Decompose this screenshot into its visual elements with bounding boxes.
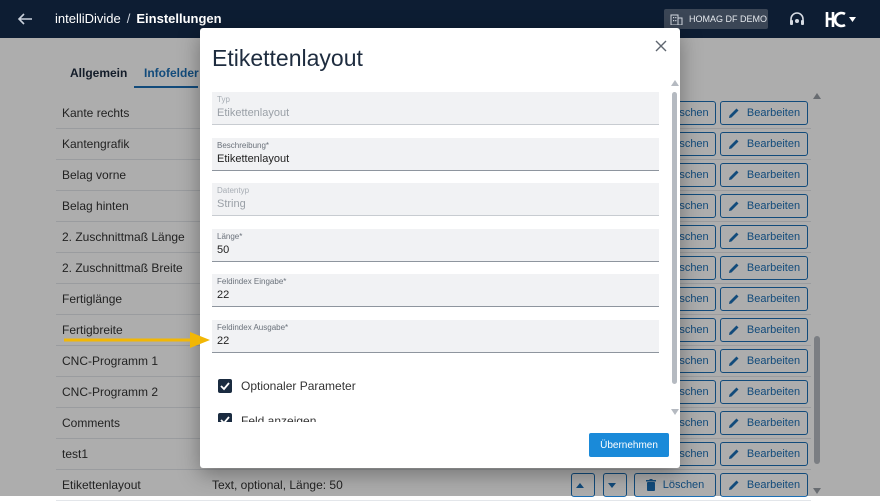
checkmark-icon xyxy=(220,416,230,422)
field-label: Feldindex Eingabe* xyxy=(217,277,287,286)
typ-field: Typ Etikettenlayout xyxy=(212,92,659,125)
field-label: Datentyp xyxy=(217,186,250,195)
feld-anzeigen-checkbox[interactable] xyxy=(218,413,232,422)
breadcrumb-app[interactable]: intelliDivide xyxy=(55,11,121,26)
dialog-title: Etikettenlayout xyxy=(212,45,363,71)
field-label: Feldindex Ausgabe* xyxy=(217,323,289,332)
field-value: Etikettenlayout xyxy=(217,107,290,119)
chevron-down-icon[interactable] xyxy=(849,17,856,22)
optional-parameter-label[interactable]: Optionaler Parameter xyxy=(241,379,356,393)
optional-parameter-checkbox[interactable] xyxy=(218,379,232,393)
field-value: 50 xyxy=(217,244,230,256)
tenant-selector[interactable]: HOMAG DF DEMO xyxy=(664,9,768,29)
datentyp-field: Datentyp String xyxy=(212,183,659,216)
building-icon xyxy=(670,14,683,25)
breadcrumb-current: Einstellungen xyxy=(136,11,222,26)
feldindex-ausgabe-field[interactable]: Feldindex Ausgabe* 22 xyxy=(212,320,659,353)
close-icon[interactable] xyxy=(655,40,667,52)
dialog-scroll-up-icon[interactable] xyxy=(671,80,679,86)
annotation-arrow-icon xyxy=(64,332,210,348)
field-value: 22 xyxy=(217,289,230,301)
breadcrumb: intelliDivide / Einstellungen xyxy=(55,11,222,26)
dialog-scrollbar-thumb[interactable] xyxy=(672,92,677,384)
checkmark-icon xyxy=(220,382,230,391)
dialog-form: Typ Etikettenlayout Beschreibung* Etiket… xyxy=(200,90,680,422)
submit-button[interactable]: Übernehmen xyxy=(589,433,669,457)
tenant-name: HOMAG DF DEMO xyxy=(689,14,767,24)
beschreibung-field[interactable]: Beschreibung* Etikettenlayout xyxy=(212,138,659,171)
field-label: Typ xyxy=(217,95,230,104)
breadcrumb-separator: / xyxy=(126,11,131,26)
field-label: Länge* xyxy=(217,232,243,241)
field-value: Etikettenlayout xyxy=(217,153,290,165)
field-value: 22 xyxy=(217,335,230,347)
support-headset-icon[interactable] xyxy=(788,11,806,28)
feld-anzeigen-label[interactable]: Feld anzeigen xyxy=(241,414,316,422)
edit-field-dialog: Etikettenlayout Typ Etikettenlayout Besc… xyxy=(200,28,680,468)
back-arrow-icon[interactable] xyxy=(16,10,34,28)
brand-logo-icon[interactable] xyxy=(825,11,847,28)
feldindex-eingabe-field[interactable]: Feldindex Eingabe* 22 xyxy=(212,274,659,307)
field-value: String xyxy=(217,198,246,210)
field-label: Beschreibung* xyxy=(217,141,270,150)
dialog-scroll-down-icon[interactable] xyxy=(671,409,679,415)
laenge-field[interactable]: Länge* 50 xyxy=(212,229,659,262)
